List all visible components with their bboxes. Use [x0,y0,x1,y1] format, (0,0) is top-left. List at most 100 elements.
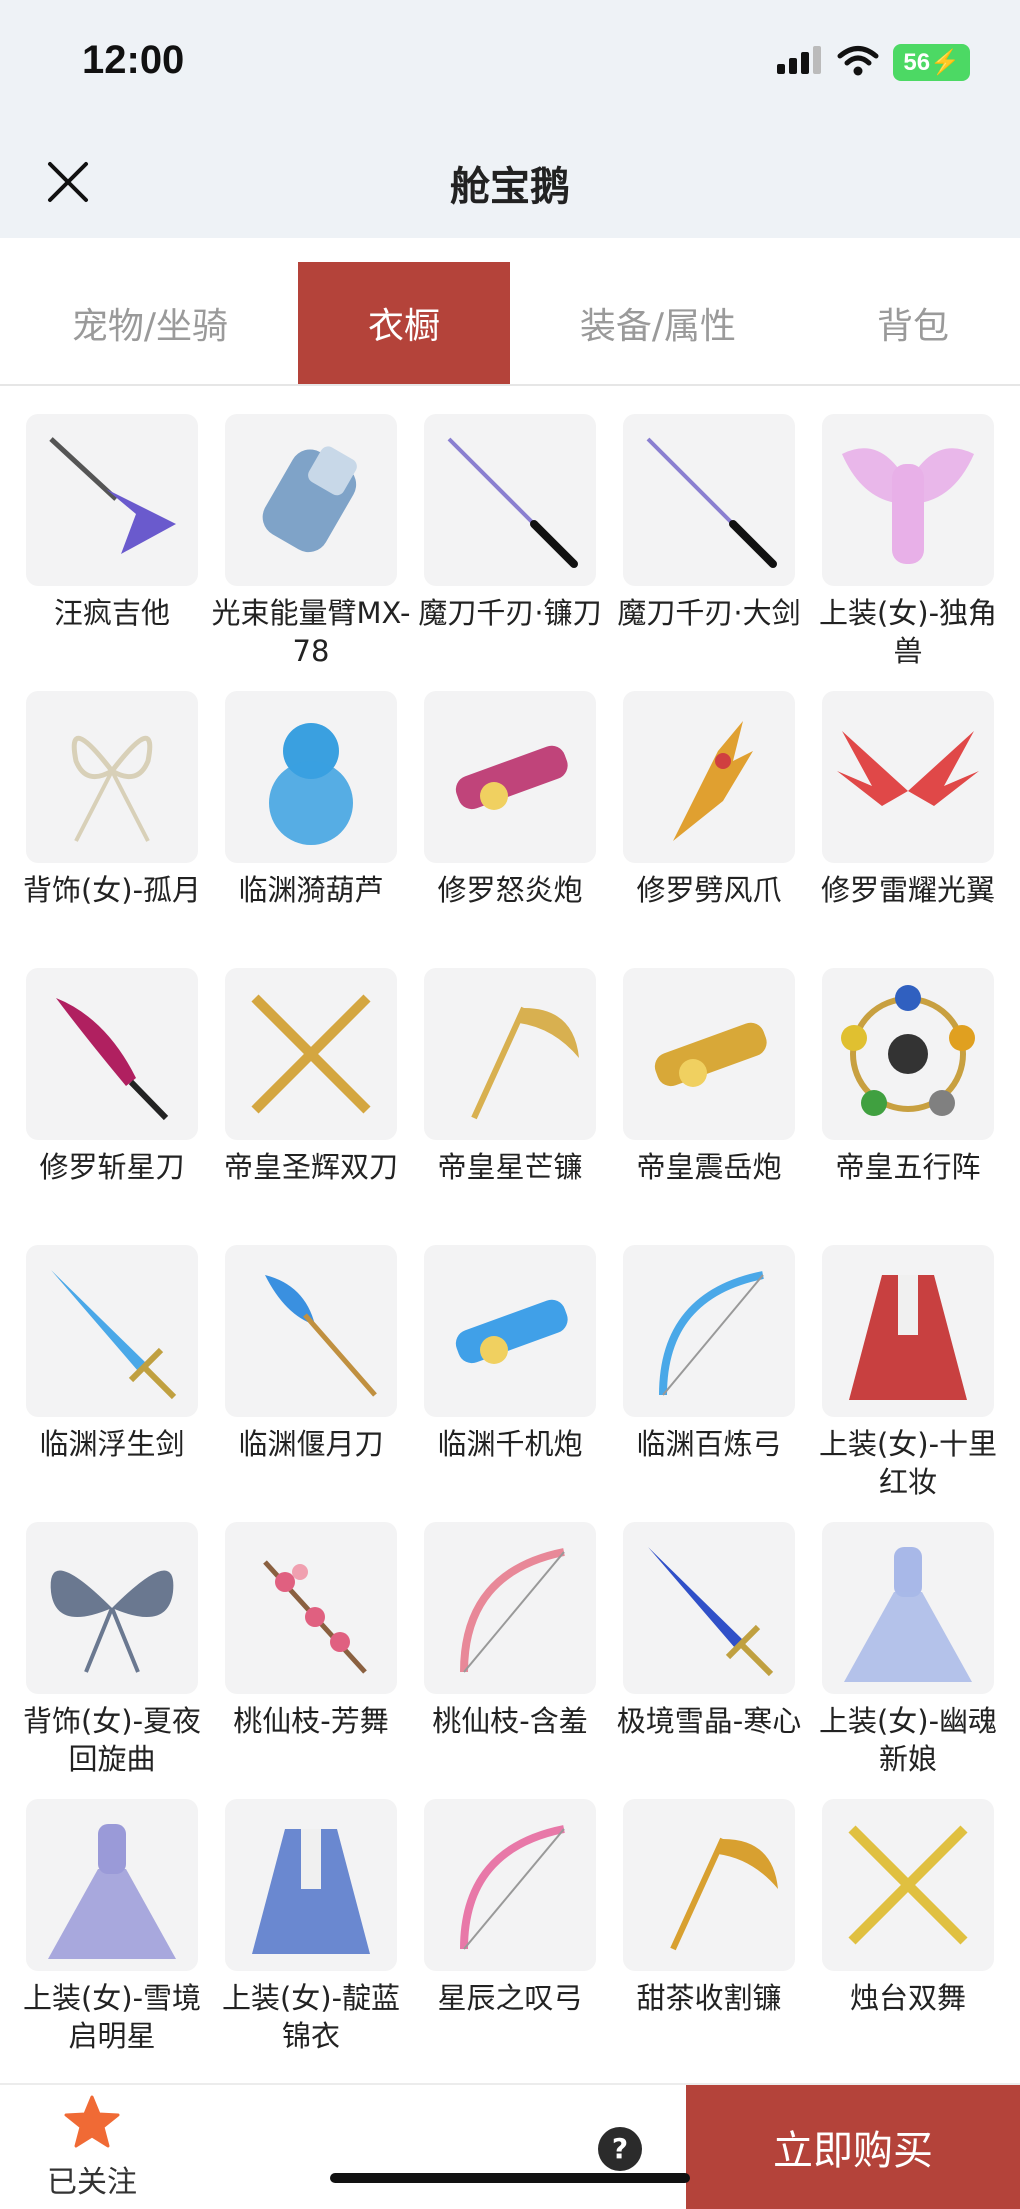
bow-icon [460,1548,565,1673]
item-name: 桃仙枝-芳舞 [233,1704,389,1738]
tab-equipment-attributes[interactable]: 装备/属性 [540,262,776,384]
wardrobe-item[interactable]: 魔刀千刃·镰刀 [418,414,602,632]
tab-backpack[interactable]: 背包 [850,262,976,384]
wardrobe-item[interactable]: 帝皇圣辉双刀 [224,968,398,1186]
wardrobe-item[interactable]: 上装(女)-十里红妆 [819,1245,997,1501]
wardrobe-item[interactable]: 帝皇星芒镰 [424,968,596,1186]
wardrobe-item[interactable]: 烛台双舞 [822,1799,994,2017]
item-thumbnail [26,691,198,863]
charging-icon: ⚡ [930,49,960,76]
nav-bar: 舱宝鹅 [0,120,1020,238]
cannon-icon [455,745,568,810]
tab-pets-mounts[interactable]: 宠物/坐骑 [40,262,260,384]
robe-icon [252,1829,370,1954]
wardrobe-item[interactable]: 桃仙枝-芳舞 [225,1522,397,1740]
wardrobe-item[interactable]: 帝皇五行阵 [822,968,994,1186]
wardrobe-item[interactable]: 临渊浮生剑 [26,1245,198,1463]
item-thumbnail [623,1522,795,1694]
item-thumbnail [424,968,596,1140]
wardrobe-item[interactable]: 修罗劈风爪 [623,691,795,909]
item-thumbnail [623,1799,795,1971]
item-name: 临渊偃月刀 [238,1427,384,1461]
item-name: 上装(女)-独角兽 [818,596,998,668]
wardrobe-item[interactable]: 极境雪晶-寒心 [617,1522,801,1740]
wardrobe-item[interactable]: 上装(女)-幽魂新娘 [819,1522,997,1778]
sword-icon [648,1547,774,1677]
wardrobe-item[interactable]: 临渊百炼弓 [623,1245,795,1463]
glaive-icon [265,1275,377,1397]
item-thumbnail [26,968,198,1140]
wardrobe-item[interactable]: 桃仙枝-含羞 [424,1522,596,1740]
item-thumbnail [623,691,795,863]
blade-icon [56,998,169,1121]
status-bar: 12:00 56⚡ [0,0,1020,120]
gourd-icon [269,723,353,845]
item-name: 上装(女)-幽魂新娘 [818,1704,998,1776]
wardrobe-item[interactable]: 背饰(女)-夏夜回旋曲 [23,1522,201,1778]
close-button[interactable] [44,158,92,206]
scythe-icon [471,1006,579,1120]
item-thumbnail [822,1245,994,1417]
buy-now-button[interactable]: 立即购买 [686,2085,1020,2209]
wardrobe-item[interactable]: 修罗斩星刀 [26,968,198,1186]
item-name: 汪疯吉他 [53,596,170,630]
wardrobe-item[interactable]: 帝皇震岳炮 [623,968,795,1186]
item-thumbnail [822,414,994,586]
wardrobe-item[interactable]: 修罗雷耀光翼 [821,691,995,909]
item-name: 极境雪晶-寒心 [616,1704,802,1738]
wardrobe-item[interactable]: 临渊偃月刀 [225,1245,397,1463]
item-thumbnail [623,414,795,586]
item-thumbnail [26,1799,198,1971]
wardrobe-item[interactable]: 汪疯吉他 [26,414,198,632]
scythe-icon [670,1837,778,1951]
twin-blades-icon [251,994,371,1114]
signal-icon [777,45,823,80]
item-name: 桃仙枝-含羞 [432,1704,588,1738]
item-thumbnail [225,691,397,863]
wardrobe-item[interactable]: 临渊千机炮 [424,1245,596,1463]
wardrobe-item[interactable]: 临渊漪葫芦 [225,691,397,909]
wardrobe-item[interactable]: 星辰之叹弓 [424,1799,596,2017]
wardrobe-item[interactable]: 修罗怒炎炮 [424,691,596,909]
butterfly-wings-icon [50,1570,174,1673]
item-thumbnail [225,1522,397,1694]
item-name: 上装(女)-雪境启明星 [22,1981,202,2053]
item-name: 临渊千机炮 [437,1427,583,1461]
item-name: 帝皇圣辉双刀 [223,1150,398,1184]
item-name: 修罗斩星刀 [39,1150,185,1184]
item-thumbnail [424,1799,596,1971]
wardrobe-item[interactable]: 魔刀千刃·大剑 [617,414,801,632]
battery-level: 56 [903,49,931,76]
item-thumbnail [822,1522,994,1694]
sword-icon [51,1270,177,1400]
wardrobe-item[interactable]: 上装(女)-雪境启明星 [23,1799,201,2055]
wardrobe-item[interactable]: 光束能量臂MX-78 [212,414,410,670]
dress-icon [48,1824,176,1959]
follow-button[interactable]: 已关注 [42,2095,142,2201]
wardrobe-item[interactable]: 背饰(女)-孤月 [23,691,201,909]
wardrobe-item[interactable]: 上装(女)-独角兽 [819,414,997,670]
wardrobe-item[interactable]: 甜茶收割镰 [623,1799,795,2017]
item-name: 修罗劈风爪 [636,873,782,907]
dress-icon [844,1547,972,1682]
follow-label: 已关注 [47,2165,137,2200]
star-icon [64,2095,120,2148]
item-name: 背饰(女)-夏夜回旋曲 [22,1704,202,1776]
item-name: 修罗怒炎炮 [437,873,583,907]
page-title: 舱宝鹅 [450,164,570,210]
wardrobe-item[interactable]: 上装(女)-靛蓝锦衣 [222,1799,400,2055]
cannon-icon [455,1299,568,1364]
help-button[interactable]: ? [598,2127,642,2171]
home-indicator [330,2173,690,2183]
item-thumbnail [623,968,795,1140]
bow-icon [460,1825,565,1950]
branch-icon [263,1560,367,1674]
item-thumbnail [26,1245,198,1417]
item-thumbnail [225,1799,397,1971]
tab-wardrobe[interactable]: 衣橱 [298,262,510,384]
item-name: 临渊百炼弓 [636,1427,782,1461]
battery-indicator: 56⚡ [893,44,970,81]
item-name: 修罗雷耀光翼 [820,873,995,907]
katana-icon [646,437,777,568]
item-name: 甜茶收割镰 [636,1981,782,2015]
